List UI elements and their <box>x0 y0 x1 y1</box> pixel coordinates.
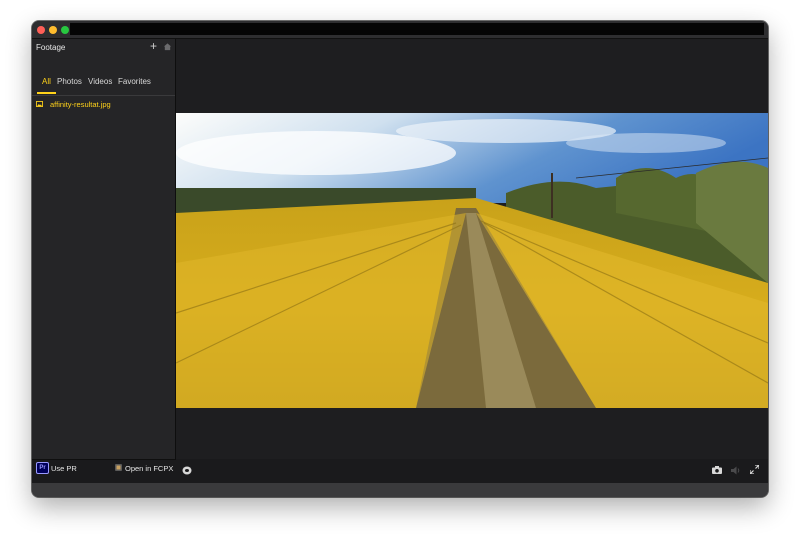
speaker-icon[interactable] <box>731 466 741 475</box>
preview-area <box>176 39 768 459</box>
sidebar-header: Footage + <box>32 39 175 55</box>
title-bar <box>32 21 768 39</box>
window-bottom-edge <box>32 483 768 497</box>
title-strip <box>70 23 764 35</box>
tab-favorites[interactable]: Favorites <box>118 77 151 86</box>
minimize-window-button[interactable] <box>49 26 57 34</box>
app-window: Footage + All Photos Videos Favorites af… <box>32 21 768 497</box>
plus-icon[interactable]: + <box>150 40 157 52</box>
use-pr-button[interactable]: Use PR <box>51 464 77 473</box>
rapeseed-field-photo <box>176 113 768 408</box>
close-window-button[interactable] <box>37 26 45 34</box>
image-file-icon <box>36 101 43 107</box>
premiere-pro-icon: Pr <box>36 462 49 474</box>
open-in-fcpx-button[interactable]: Open in FCPX <box>125 464 173 473</box>
fullscreen-icon[interactable] <box>750 465 759 474</box>
file-name: affinity-resultat.jpg <box>50 100 111 109</box>
tab-photos[interactable]: Photos <box>57 77 82 86</box>
tab-all[interactable]: All <box>42 77 51 86</box>
final-cut-icon <box>115 464 122 471</box>
active-tab-indicator <box>37 92 56 94</box>
rotate-360-icon[interactable] <box>182 466 192 475</box>
list-item[interactable]: affinity-resultat.jpg <box>32 99 175 111</box>
tab-videos[interactable]: Videos <box>88 77 112 86</box>
home-icon[interactable] <box>163 42 172 51</box>
sidebar-title: Footage <box>36 43 66 52</box>
tabs-divider <box>32 95 175 96</box>
camera-icon[interactable] <box>712 466 722 474</box>
player-controls <box>176 459 768 483</box>
photo-preview[interactable] <box>176 113 768 408</box>
maximize-window-button[interactable] <box>61 26 69 34</box>
footage-sidebar: Footage + All Photos Videos Favorites af… <box>32 39 176 483</box>
